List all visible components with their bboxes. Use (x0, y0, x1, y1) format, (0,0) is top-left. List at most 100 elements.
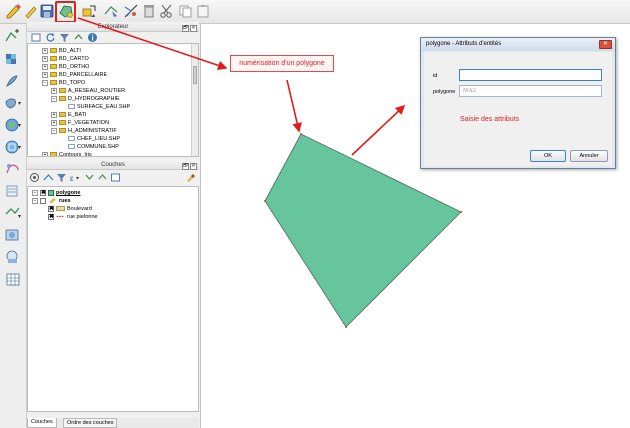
tree-expander[interactable]: + (42, 55, 48, 62)
browser-tree-label: COMMUNE.SHP (77, 144, 119, 150)
tree-expander[interactable]: + (42, 71, 48, 78)
tree-expander[interactable]: + (51, 119, 57, 126)
copy-features-icon[interactable] (176, 2, 194, 20)
browser-scrollbar[interactable] (191, 44, 198, 156)
browser-tree-item[interactable]: − BD_TOPO (42, 79, 85, 87)
delete-selected-icon[interactable] (140, 2, 158, 20)
id-field[interactable] (459, 69, 602, 81)
layer-visibility-checkbox[interactable]: ✖ (40, 189, 46, 196)
remove-layer-icon[interactable] (110, 172, 121, 183)
add-spatialite-layer-icon[interactable] (3, 94, 23, 112)
browser-tree-item[interactable]: − H_ADMINISTRATIF (51, 127, 117, 135)
browser-tree-item[interactable]: + BD_CARTO (42, 55, 89, 63)
add-wcs-layer-icon[interactable] (3, 138, 23, 156)
legend-visibility-checkbox[interactable]: ✖ (48, 213, 54, 220)
tree-expander[interactable]: − (51, 127, 57, 134)
browser-tree[interactable]: + BD_ALTI + BD_CARTO + BD_ORTHO + BD_PARCELLAIR… (27, 43, 199, 157)
layers-panel-title-text: Couches (101, 162, 125, 168)
browser-tree-label: Contours_Iris (59, 152, 92, 157)
add-group-icon[interactable] (43, 172, 54, 183)
add-wfs-layer-icon[interactable] (3, 160, 23, 178)
browser-scrollbar-thumb[interactable] (193, 66, 197, 84)
dialog-close-icon[interactable]: ✕ (599, 40, 612, 49)
polygon-vertex[interactable] (264, 200, 266, 202)
layers-tree[interactable]: − ✖ polygone − rues ✖ Boulevard ✖ rue pietonn… (27, 186, 199, 412)
add-postgis-layer-icon[interactable] (3, 72, 23, 90)
field-label-polygone: polygone (433, 89, 456, 95)
browser-tree-item[interactable]: + BD_PARCELLAIRE (42, 71, 107, 79)
browser-tree-item[interactable]: COMMUNE.SHP (60, 143, 119, 151)
pencil-edit-icon[interactable] (4, 2, 22, 20)
browser-tree-item[interactable]: CHEF_LIEU.SHP (60, 135, 120, 143)
legend-visibility-checkbox[interactable]: ✖ (48, 205, 54, 212)
tab-ordre-des-couches[interactable]: Ordre des couches (63, 418, 118, 428)
collapse-all-layers-icon[interactable] (97, 172, 108, 183)
layer-visibility-checkbox[interactable] (40, 197, 46, 204)
polygon-vertex[interactable] (460, 211, 462, 213)
layer-paint-icon[interactable] (185, 172, 196, 183)
polygon-vertex[interactable] (345, 326, 347, 328)
move-feature-icon[interactable] (80, 2, 98, 20)
browser-tree-item[interactable]: − D_HYDROGRAPHIE (51, 95, 120, 103)
legend-item-rue-pietonne[interactable]: ✖ rue pietonne (48, 213, 98, 222)
save-edits-icon[interactable] (38, 2, 56, 20)
browser-tree-item[interactable]: + F_VEGETATION (51, 119, 109, 127)
ok-button[interactable]: OK (530, 150, 566, 162)
browser-tree-label: BD_ORTHO (59, 64, 90, 70)
tree-expander[interactable]: + (42, 47, 48, 54)
paste-features-icon[interactable] (194, 2, 212, 20)
tab-couches[interactable]: Couches (27, 418, 57, 428)
browser-tree-label: E_BATI (68, 112, 87, 118)
add-virtual-layer-icon[interactable] (3, 248, 23, 266)
folder-icon (59, 96, 66, 102)
properties-info-icon[interactable] (87, 32, 98, 43)
close-panel-icon[interactable]: ✕ (190, 163, 197, 170)
browser-tree-item[interactable]: SURFACE_EAU.SHP (60, 103, 130, 111)
browser-tree-item[interactable]: + E_BATI (51, 111, 87, 119)
add-raster-layer-icon[interactable] (3, 50, 23, 68)
filter-legend-icon[interactable] (56, 172, 67, 183)
polygone-field[interactable] (459, 85, 602, 97)
tree-expander[interactable]: + (51, 111, 57, 118)
browser-tree-item[interactable]: + A_RESEAU_ROUTIER (51, 87, 125, 95)
new-shapefile-icon[interactable] (3, 226, 23, 244)
browser-tree-label: BD_ALTI (59, 48, 81, 54)
tree-expander[interactable]: + (51, 87, 57, 94)
browser-toolbar (27, 32, 199, 43)
float-panel-icon[interactable]: 🗗 (182, 163, 189, 170)
layer-expander[interactable]: − (32, 189, 38, 196)
add-oracle-layer-icon[interactable] (3, 270, 23, 288)
browser-tree-item[interactable]: + BD_ALTI (42, 47, 81, 55)
close-panel-icon[interactable]: ✕ (190, 25, 197, 32)
callout-digitize-polygon: numérisation d'un polygone (230, 55, 334, 72)
layer-expander[interactable]: − (32, 197, 38, 204)
qgis-window: Explorateur 🗗 ✕ + BD_ALTI + BD_CARTO + BD_ORTH… (0, 0, 630, 428)
expand-all-icon[interactable] (84, 172, 95, 183)
filter-icon[interactable] (59, 32, 70, 43)
add-selected-layers-icon[interactable] (31, 32, 42, 43)
split-features-icon[interactable] (122, 2, 140, 20)
add-csv-layer-icon[interactable] (3, 182, 23, 200)
cut-features-icon[interactable] (158, 2, 176, 20)
collapse-all-icon[interactable] (73, 32, 84, 43)
dashed-line-symbol-icon (56, 215, 65, 218)
browser-tree-item[interactable]: + BD_ORTHO (42, 63, 89, 71)
node-tool-icon[interactable] (102, 2, 120, 20)
layer-styling-icon[interactable] (29, 172, 40, 183)
add-vector-layer-icon[interactable] (3, 28, 23, 46)
tree-expander[interactable]: − (42, 79, 48, 86)
polygon-vertex[interactable] (300, 133, 302, 135)
add-mssql-layer-icon[interactable] (3, 204, 23, 222)
tree-expander[interactable]: + (42, 63, 48, 70)
filter-expression-icon[interactable]: ε (69, 172, 80, 183)
float-panel-icon[interactable]: 🗗 (182, 25, 189, 32)
tree-expander[interactable]: + (42, 151, 48, 156)
browser-tree-item[interactable]: + Contours_Iris (42, 151, 92, 157)
tree-expander[interactable]: − (51, 95, 57, 102)
refresh-icon[interactable] (45, 32, 56, 43)
folder-icon (59, 112, 66, 118)
pencil-editing-icon (49, 198, 56, 204)
add-wms-layer-icon[interactable] (3, 116, 23, 134)
cancel-button[interactable]: Annuler (570, 150, 608, 162)
folder-icon (59, 120, 66, 126)
